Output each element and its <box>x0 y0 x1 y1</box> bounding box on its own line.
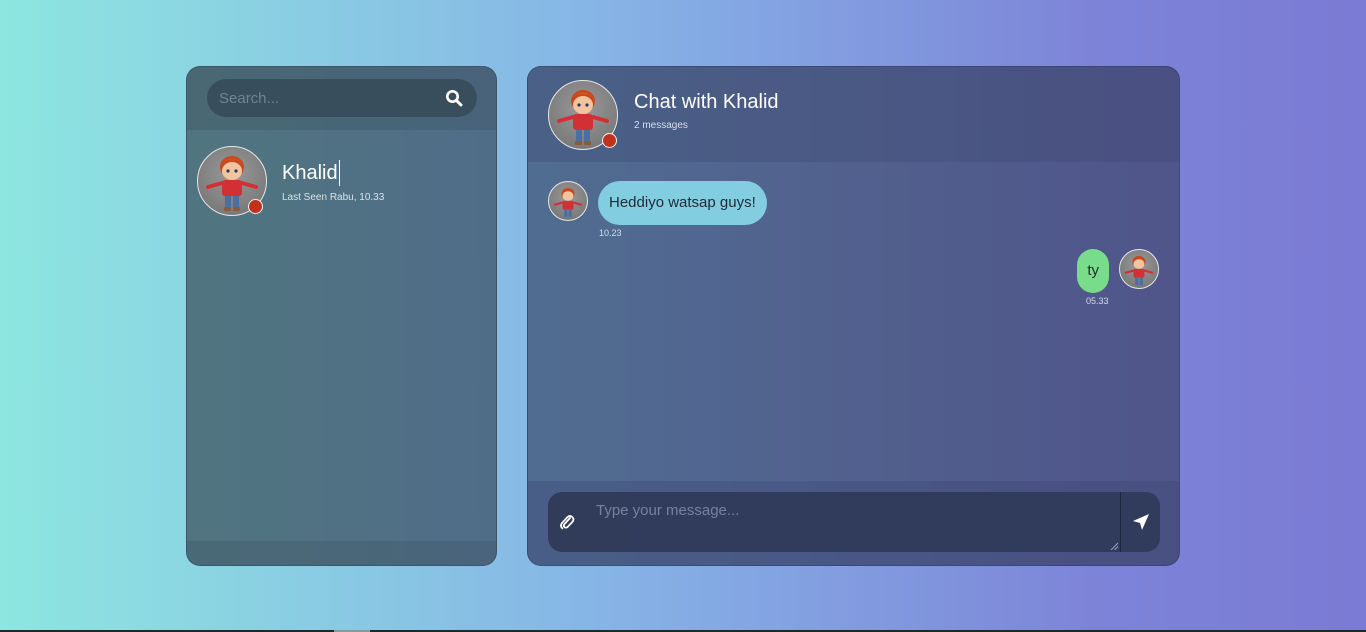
message-time: 10.23 <box>599 228 622 238</box>
message-input[interactable] <box>586 492 1120 552</box>
search-box <box>207 79 477 117</box>
contact-last-seen: Last Seen Rabu, 10.33 <box>282 191 385 203</box>
chat-title-block: Chat with Khalid 2 messages <box>634 91 779 131</box>
contact-name: Khalid <box>282 159 340 186</box>
paperclip-icon[interactable] <box>548 492 586 552</box>
chat-avatar-wrap <box>548 79 618 150</box>
contacts-header <box>187 67 496 130</box>
chat-panel: Chat with Khalid 2 messages Heddiyo wats… <box>527 66 1180 566</box>
contact-info: Khalid Last Seen Rabu, 10.33 <box>282 159 385 203</box>
message-composer <box>548 492 1160 552</box>
message-list: Heddiyo watsap guys! 10.23 ty 05.33 <box>528 162 1179 482</box>
chat-footer <box>528 481 1179 565</box>
search-input[interactable] <box>219 89 419 107</box>
message-incoming: Heddiyo watsap guys! <box>548 181 767 225</box>
contact-item-khalid[interactable]: Khalid Last Seen Rabu, 10.33 <box>187 130 496 232</box>
send-button[interactable] <box>1120 492 1160 552</box>
status-dot <box>602 132 617 148</box>
status-dot <box>248 199 263 214</box>
search-icon[interactable] <box>443 87 465 109</box>
avatar <box>548 181 588 221</box>
chat-header: Chat with Khalid 2 messages <box>528 67 1179 162</box>
send-icon <box>1132 514 1149 530</box>
contacts-footer <box>187 541 496 565</box>
contact-avatar-wrap <box>197 146 267 216</box>
message-bubble: ty <box>1077 249 1109 293</box>
message-bubble: Heddiyo watsap guys! <box>598 181 767 225</box>
message-time: 05.33 <box>1086 296 1109 306</box>
chat-title: Chat with Khalid <box>634 90 779 113</box>
message-outgoing: ty <box>1077 249 1159 293</box>
avatar <box>1119 249 1159 289</box>
message-count: 2 messages <box>634 119 688 131</box>
resize-grip-icon[interactable] <box>1110 542 1118 550</box>
contacts-panel: Khalid Last Seen Rabu, 10.33 <box>186 66 497 566</box>
